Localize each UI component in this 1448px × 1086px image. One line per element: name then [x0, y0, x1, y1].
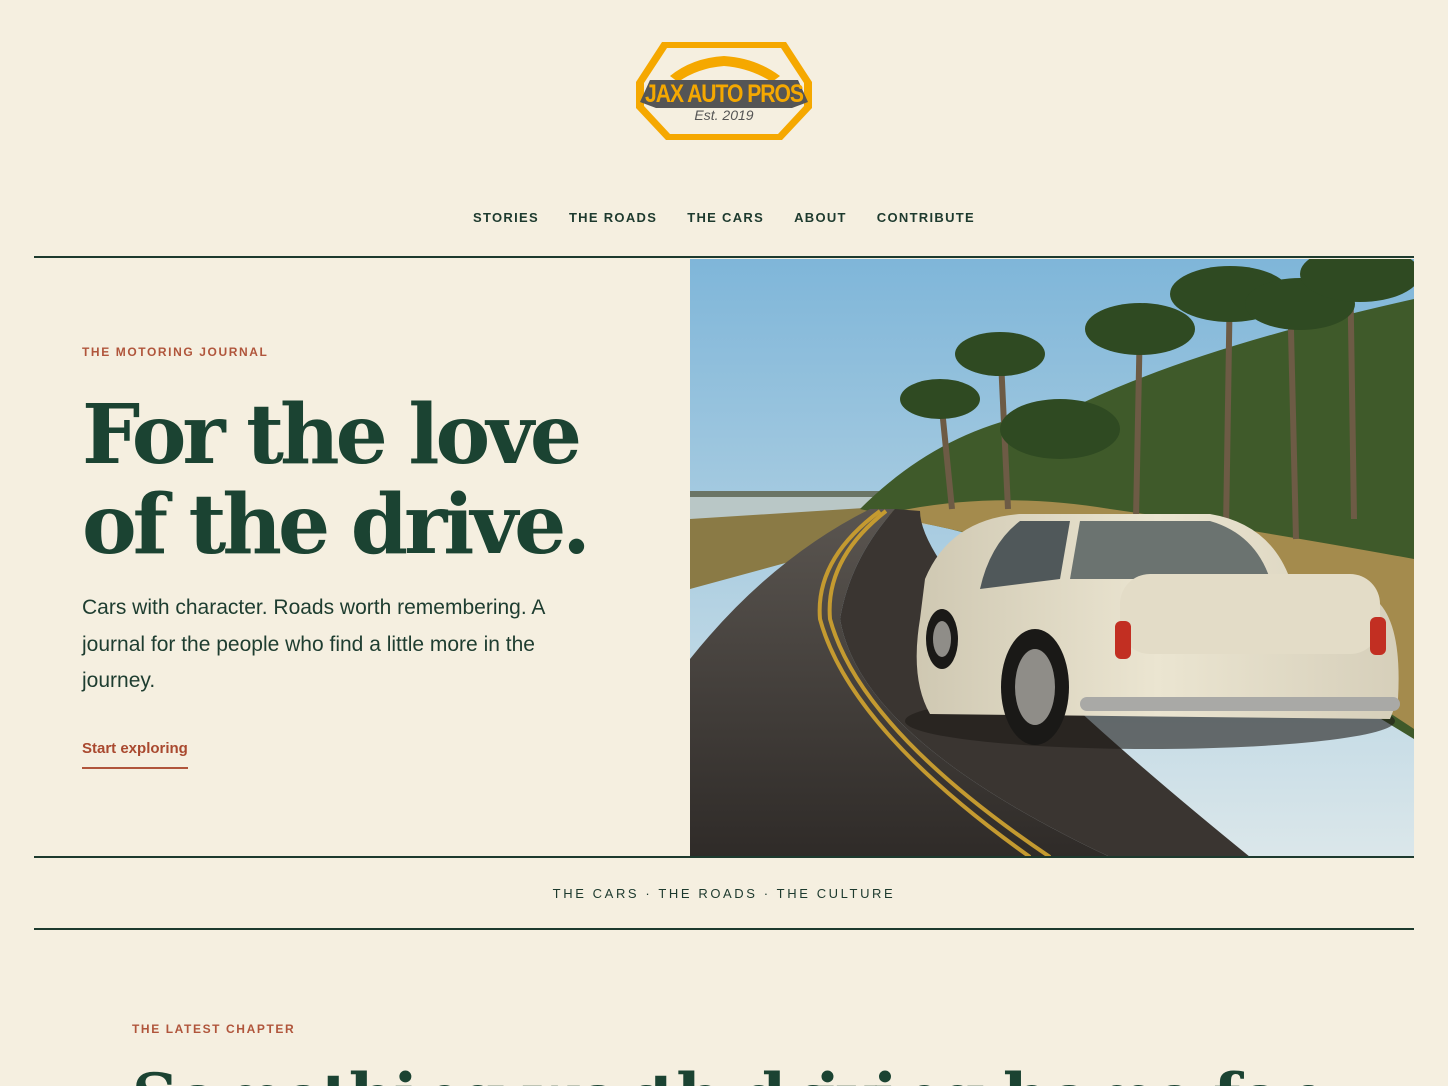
main-nav: STORIES THE ROADS THE CARS ABOUT CONTRIB…: [0, 210, 1448, 225]
logo-wordmark: JAX AUTO PROS: [645, 80, 803, 108]
divider-top: [34, 256, 1414, 258]
hero-kicker: THE MOTORING JOURNAL: [82, 345, 269, 359]
nav-about[interactable]: ABOUT: [794, 210, 847, 225]
hero-image: [690, 259, 1414, 857]
tagline: THE CARS · THE ROADS · THE CULTURE: [552, 886, 896, 901]
divider-tagline-bottom: [34, 928, 1414, 930]
site-logo[interactable]: JAX AUTO PROS Est. 2019: [632, 36, 816, 144]
nav-stories[interactable]: STORIES: [473, 210, 539, 225]
nav-the-roads[interactable]: THE ROADS: [569, 210, 657, 225]
nav-the-cars[interactable]: THE CARS: [687, 210, 764, 225]
latest-title: Something worth driving home for: [132, 1060, 1332, 1086]
divider-hero-bottom: [34, 856, 1414, 858]
start-exploring-link[interactable]: Start exploring: [82, 740, 188, 769]
latest-kicker: THE LATEST CHAPTER: [132, 1022, 296, 1036]
logo-established: Est. 2019: [694, 107, 753, 123]
logo-badge-icon: JAX AUTO PROS Est. 2019: [636, 42, 812, 140]
hero-subtitle: Cars with character. Roads worth remembe…: [82, 596, 545, 692]
nav-contribute[interactable]: CONTRIBUTE: [877, 210, 975, 225]
hero-title: For the love of the drive.: [82, 387, 591, 573]
classic-car-road-illustration: [690, 259, 1414, 857]
